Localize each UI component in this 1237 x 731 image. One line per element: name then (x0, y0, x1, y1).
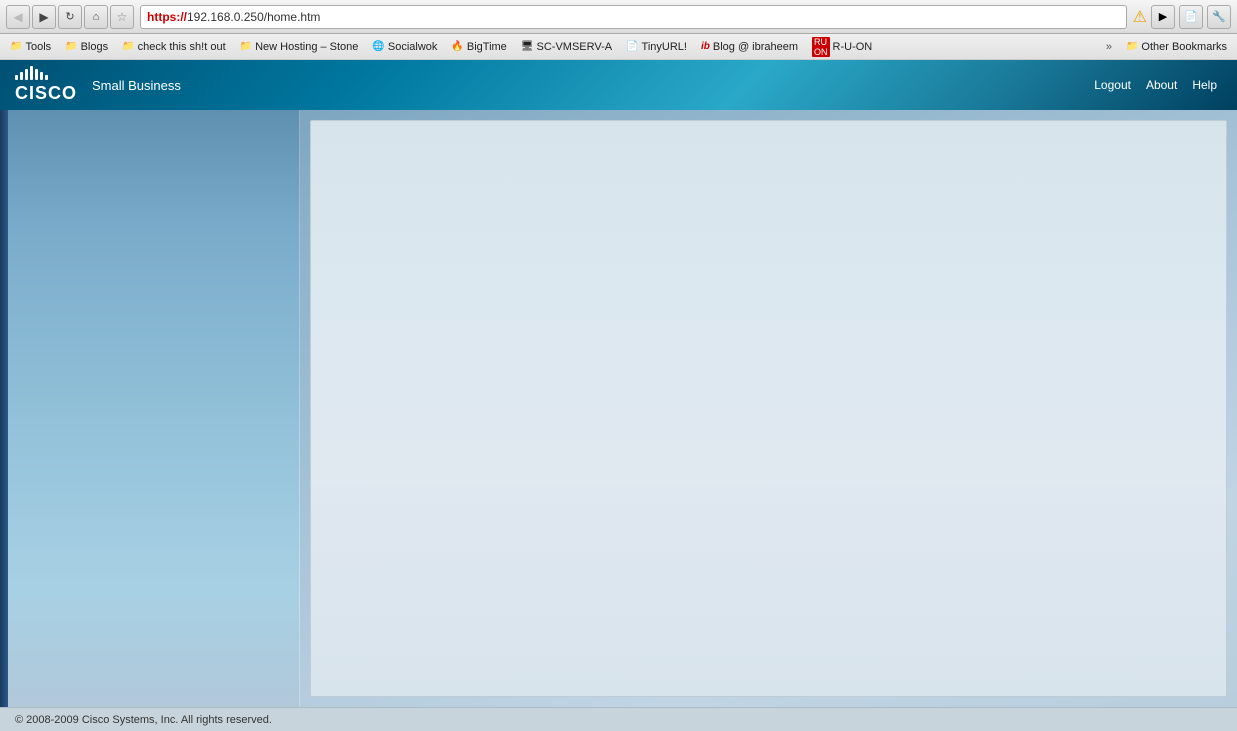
help-link[interactable]: Help (1192, 78, 1217, 92)
bar2 (20, 72, 23, 80)
bar6 (40, 72, 43, 80)
cisco-header: CISCO Small Business Logout About Help (0, 60, 1237, 110)
bar7 (45, 75, 48, 80)
content-panel (310, 120, 1227, 697)
about-link[interactable]: About (1146, 78, 1177, 92)
cisco-subtitle: Small Business (92, 78, 181, 93)
address-bar[interactable]: https://192.168.0.250/home.htm (140, 5, 1127, 29)
bookmark-sc-vmserv[interactable]: 🖥 SC-VMSERV-A (515, 39, 618, 55)
bookmark-blog-ibraheem[interactable]: ib Blog @ ibraheem (695, 39, 804, 55)
other-bookmarks-label: Other Bookmarks (1141, 41, 1227, 53)
folder-icon: 📁 (10, 41, 22, 52)
footer: © 2008-2009 Cisco Systems, Inc. All righ… (0, 707, 1237, 731)
bookmarks-bar: 📁 Tools 📁 Blogs 📁 check this sh!t out 📁 … (0, 34, 1237, 60)
browser-frame: ◀ ▶ ↻ ⌂ ☆ https://192.168.0.250/home.htm… (0, 0, 1237, 731)
bookmark-label: Socialwok (388, 41, 438, 53)
folder-icon: 📁 (1126, 41, 1138, 52)
bookmark-label: SC-VMSERV-A (537, 41, 613, 53)
right-content (300, 110, 1237, 707)
bookmarks-overflow-button[interactable]: » (1100, 39, 1118, 55)
logout-link[interactable]: Logout (1094, 78, 1131, 92)
forward-button[interactable]: ▶ (32, 5, 56, 29)
folder-icon: 📁 (122, 41, 134, 52)
bookmark-bigtime[interactable]: 🔥 BigTime (445, 39, 512, 55)
url-https: https:// (147, 10, 187, 24)
copyright-text: © 2008-2009 Cisco Systems, Inc. All righ… (15, 714, 272, 726)
header-nav: Logout About Help (1094, 78, 1217, 92)
bar1 (15, 75, 18, 80)
bar4 (30, 66, 33, 80)
folder-icon: 📁 (65, 41, 77, 52)
bookmark-label: Blogs (81, 41, 109, 53)
bookmark-tinyurl[interactable]: 📄 TinyURL! (620, 39, 693, 55)
refresh-button[interactable]: ↻ (58, 5, 82, 29)
cisco-wordmark: CISCO (15, 83, 77, 104)
bookmark-label: R-U-ON (833, 41, 873, 53)
folder-icon: 📁 (240, 41, 252, 52)
sidebar (0, 110, 300, 707)
bookmark-label: TinyURL! (642, 41, 687, 53)
site-icon: RUON (812, 37, 830, 57)
nav-buttons: ◀ ▶ ↻ ⌂ ☆ (6, 5, 134, 29)
bar3 (25, 69, 28, 80)
play-button[interactable]: ▶ (1151, 5, 1175, 29)
bookmark-label: check this sh!t out (138, 41, 226, 53)
url-rest: 192.168.0.250/home.htm (187, 10, 320, 24)
tools-menu-button[interactable]: 🔧 (1207, 5, 1231, 29)
app-area: CISCO Small Business Logout About Help © (0, 60, 1237, 731)
bookmark-label: New Hosting – Stone (255, 41, 358, 53)
home-button[interactable]: ⌂ (84, 5, 108, 29)
cisco-logo: CISCO (15, 66, 77, 104)
back-button[interactable]: ◀ (6, 5, 30, 29)
bookmark-blogs[interactable]: 📁 Blogs (59, 39, 114, 55)
site-icon: 🔥 (451, 41, 463, 52)
bookmark-new-hosting[interactable]: 📁 New Hosting – Stone (234, 39, 365, 55)
other-bookmarks-folder[interactable]: 📁 Other Bookmarks (1120, 39, 1233, 55)
bar5 (35, 69, 38, 80)
nav-right: ⚠ ▶ 📄 🔧 (1133, 5, 1231, 29)
site-icon: 🖥 (521, 41, 534, 52)
site-icon: ib (701, 41, 710, 52)
browser-navbar: ◀ ▶ ↻ ⌂ ☆ https://192.168.0.250/home.htm… (0, 0, 1237, 34)
bookmark-tools[interactable]: 📁 Tools (4, 39, 57, 55)
bookmark-socialwok[interactable]: 🌐 Socialwok (366, 39, 443, 55)
cisco-logo-area: CISCO Small Business (15, 66, 181, 104)
site-icon: 🌐 (372, 41, 384, 52)
bookmark-label: Tools (25, 41, 51, 53)
cisco-bars (15, 66, 77, 80)
bookmark-r-u-on[interactable]: RUON R-U-ON (806, 35, 878, 59)
warning-icon: ⚠ (1133, 7, 1147, 27)
bookmark-star-button[interactable]: ☆ (110, 5, 134, 29)
bookmark-label: BigTime (467, 41, 507, 53)
bookmark-check[interactable]: 📁 check this sh!t out (116, 39, 232, 55)
bookmark-label: Blog @ ibraheem (713, 41, 798, 53)
page-menu-button[interactable]: 📄 (1179, 5, 1203, 29)
page-icon: 📄 (626, 41, 638, 52)
main-content (0, 110, 1237, 707)
